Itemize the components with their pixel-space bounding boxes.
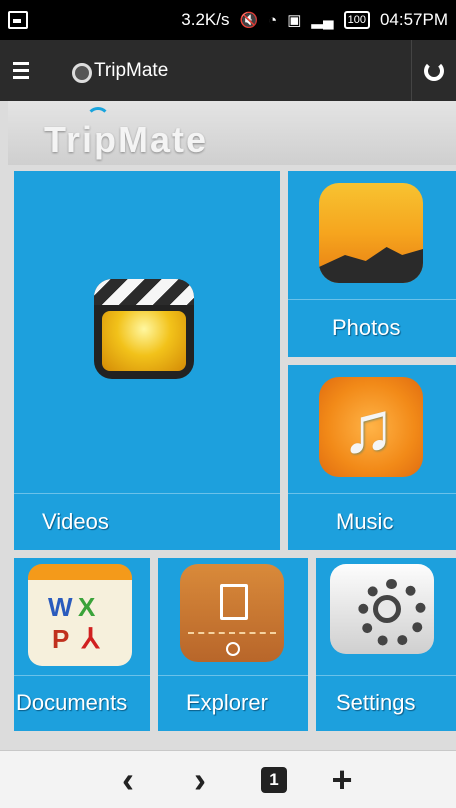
videos-tile[interactable]: Videos — [14, 171, 280, 550]
videos-label: Videos — [42, 509, 109, 534]
chevron-right-icon: › — [194, 758, 206, 800]
logo-banner: TripMate — [8, 101, 456, 165]
documents-tile[interactable]: W X P ⅄ Documents — [14, 558, 150, 731]
music-tile[interactable]: ♫ Music — [288, 365, 456, 550]
explorer-icon — [180, 564, 284, 662]
menu-button[interactable] — [8, 58, 36, 84]
photos-label: Photos — [332, 315, 401, 340]
tab-count-badge: 1 — [261, 766, 287, 793]
documents-icon: W X P ⅄ — [28, 564, 132, 666]
refresh-icon — [424, 60, 444, 81]
explorer-label: Explorer — [186, 690, 268, 715]
clock: 04:57PM — [379, 10, 448, 29]
documents-label: Documents — [16, 690, 128, 715]
battery-indicator: 100 — [343, 11, 370, 29]
wifi-icon: ◔ — [268, 11, 278, 29]
status-icons: 3.2K/s 🔇 ◔ ▣ ▂▄ 100 04:57PM — [181, 10, 448, 30]
new-tab-button[interactable]: + — [312, 751, 372, 808]
browser-nav-bar: ‹ › 1 + — [0, 750, 456, 808]
sim-icon: ▣ — [287, 12, 302, 29]
music-label: Music — [336, 509, 394, 534]
refresh-button[interactable] — [411, 40, 456, 101]
app-bar: TripMate — [0, 40, 456, 101]
video-clapper-icon — [94, 279, 194, 379]
muted-icon: 🔇 — [239, 12, 259, 29]
photos-tile[interactable]: Photos — [288, 171, 456, 357]
status-bar: 3.2K/s 🔇 ◔ ▣ ▂▄ 100 04:57PM — [0, 0, 456, 40]
chevron-left-icon: ‹ — [122, 758, 134, 800]
music-icon: ♫ — [319, 377, 423, 477]
tripmate-logo: TripMate — [44, 119, 209, 160]
app-status-icon — [72, 63, 92, 83]
screenshot-notification-icon — [8, 11, 28, 29]
explorer-tile[interactable]: Explorer — [158, 558, 308, 731]
photos-icon — [319, 183, 423, 283]
settings-icon — [330, 564, 434, 654]
network-speed: 3.2K/s — [181, 10, 230, 29]
forward-button[interactable]: › — [170, 751, 230, 808]
plus-icon: + — [331, 758, 353, 800]
signal-icon: ▂▄ — [311, 12, 334, 29]
back-button[interactable]: ‹ — [98, 751, 158, 808]
settings-tile[interactable]: Settings — [316, 558, 456, 731]
app-title: TripMate — [94, 60, 169, 81]
settings-label: Settings — [336, 690, 416, 715]
tabs-button[interactable]: 1 — [244, 751, 304, 808]
